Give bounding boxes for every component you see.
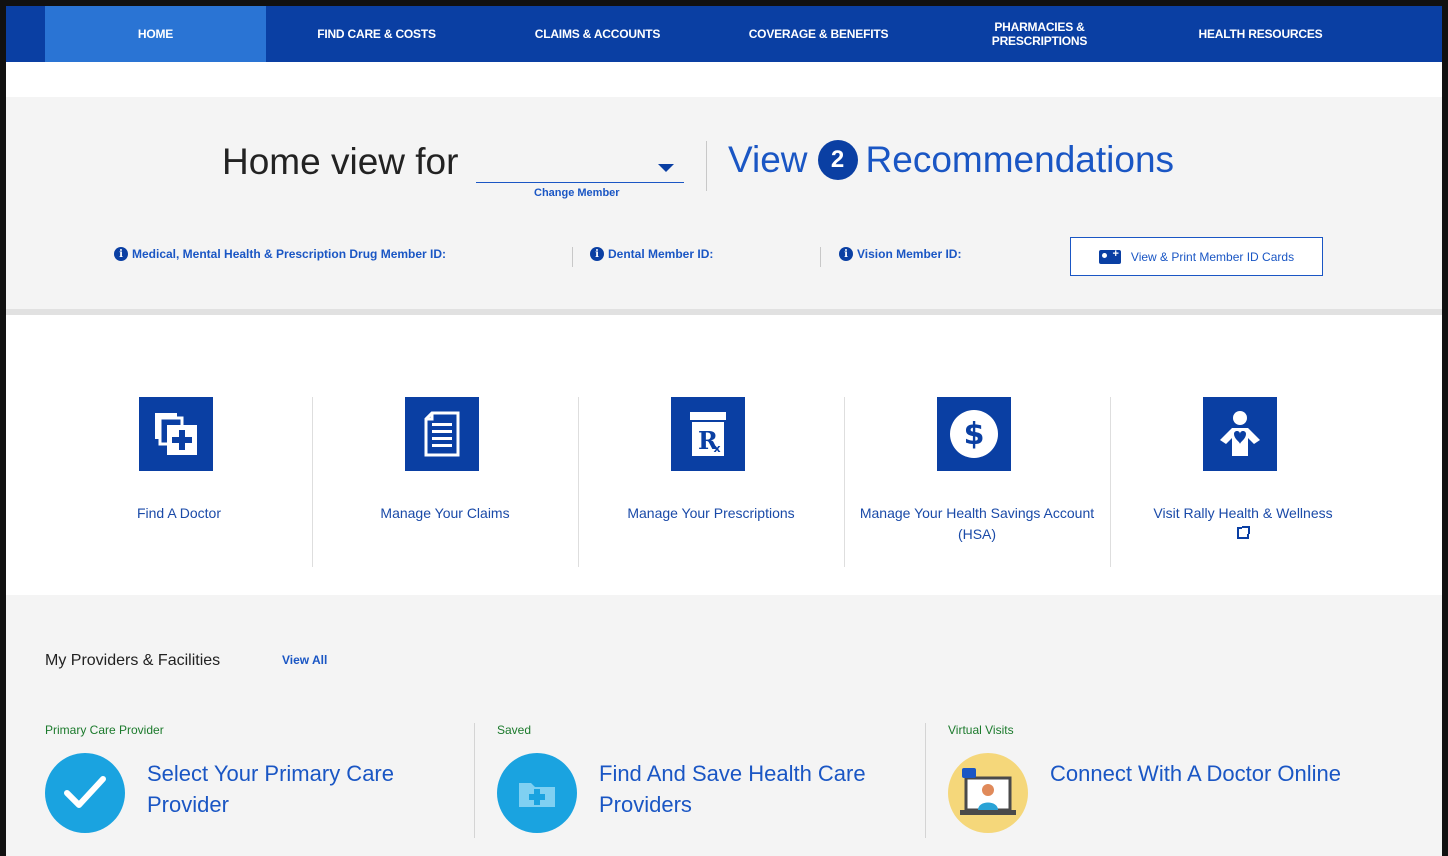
view-print-id-cards-button[interactable]: View & Print Member ID Cards	[1070, 237, 1323, 276]
nav-pharmacies-prescriptions[interactable]: PHARMACIES & PRESCRIPTIONS	[929, 6, 1150, 62]
quick-links: Find A Doctor Manage Your Claims R x Man…	[6, 321, 1442, 595]
view-recommendations-link[interactable]: View 2 Recommendations	[728, 139, 1174, 181]
folder-plus-icon	[497, 753, 577, 833]
recommendations-count-badge: 2	[817, 140, 858, 180]
nav-claims-accounts[interactable]: CLAIMS & ACCOUNTS	[487, 6, 708, 62]
chevron-down-icon	[658, 164, 674, 172]
vision-member-id-label: Vision Member ID:	[857, 247, 962, 261]
providers-section: My Providers & Facilities View All Prima…	[6, 595, 1442, 856]
quick-link-label: Visit Rally Health & Wellness	[1120, 503, 1366, 545]
home-view-row: Home view for Change Member View 2 Recom…	[6, 137, 1442, 207]
divider	[820, 247, 821, 267]
nav-health-resources[interactable]: HEALTH RESOURCES	[1150, 6, 1371, 62]
quick-link-rally-wellness[interactable]: Visit Rally Health & Wellness	[1110, 321, 1376, 595]
view-print-id-cards-label: View & Print Member ID Cards	[1130, 249, 1295, 264]
providers-title: My Providers & Facilities	[45, 652, 221, 669]
provider-category: Virtual Visits	[948, 723, 1014, 737]
checkmark-icon	[45, 753, 125, 833]
quick-link-label: Find A Doctor	[136, 505, 222, 521]
provider-column-pcp: Primary Care Provider Select Your Primar…	[45, 723, 496, 838]
external-link-icon	[1237, 526, 1250, 539]
change-member-link[interactable]: Change Member	[534, 187, 620, 199]
quick-link-label: Manage Your Health Savings Account (HSA)	[859, 505, 1095, 542]
find-save-providers-link[interactable]: Find And Save Health Care Providers	[599, 758, 899, 820]
nav-coverage-benefits[interactable]: COVERAGE & BENEFITS	[708, 6, 929, 62]
claims-document-icon	[405, 397, 479, 471]
app-frame: HOME FIND CARE & COSTS CLAIMS & ACCOUNTS…	[0, 0, 1448, 856]
svg-text:$: $	[964, 417, 985, 452]
main-nav: HOME FIND CARE & COSTS CLAIMS & ACCOUNTS…	[6, 6, 1442, 62]
wellness-person-icon	[1203, 397, 1277, 471]
info-icon: i	[590, 247, 604, 261]
svg-text:x: x	[713, 442, 720, 455]
member-id-row: i Medical, Mental Health & Prescription …	[6, 237, 1442, 277]
info-icon: i	[839, 247, 853, 261]
nav-home[interactable]: HOME	[45, 6, 266, 62]
divider	[572, 247, 573, 267]
view-all-providers-link[interactable]: View All	[282, 653, 327, 667]
provider-category: Saved	[497, 723, 532, 737]
provider-column-saved: Saved Find And Save Health Care Provider…	[474, 723, 925, 838]
quick-link-manage-hsa[interactable]: $ Manage Your Health Savings Account (HS…	[844, 321, 1110, 595]
vision-member-id[interactable]: i Vision Member ID:	[839, 247, 961, 261]
quick-link-find-doctor[interactable]: Find A Doctor	[46, 321, 312, 595]
provider-category: Primary Care Provider	[45, 723, 164, 737]
virtual-doctor-icon	[948, 753, 1028, 833]
rally-wellness-label: Visit Rally Health & Wellness	[1153, 505, 1333, 521]
connect-doctor-online-link[interactable]: Connect With A Doctor Online	[1050, 758, 1350, 789]
home-view-label: Home view for	[222, 141, 459, 182]
medical-member-id[interactable]: i Medical, Mental Health & Prescription …	[114, 247, 446, 261]
medical-member-id-label: Medical, Mental Health & Prescription Dr…	[132, 247, 447, 261]
quick-link-manage-claims[interactable]: Manage Your Claims	[312, 321, 578, 595]
select-pcp-link[interactable]: Select Your Primary Care Provider	[147, 758, 447, 820]
divider	[706, 141, 707, 191]
info-icon: i	[114, 247, 128, 261]
rx-bottle-icon: R x	[671, 397, 745, 471]
nav-find-care-costs[interactable]: FIND CARE & COSTS	[266, 6, 487, 62]
dental-member-id[interactable]: i Dental Member ID:	[590, 247, 713, 261]
dental-member-id-label: Dental Member ID:	[608, 247, 714, 261]
recs-suffix: Recommendations	[865, 139, 1175, 180]
member-panel: Home view for Change Member View 2 Recom…	[6, 97, 1442, 315]
quick-link-label: Manage Your Claims	[380, 505, 510, 521]
member-select[interactable]	[476, 149, 684, 183]
quick-link-label: Manage Your Prescriptions	[627, 505, 795, 521]
provider-column-virtual: Virtual Visits Connect With A Doctor Onl…	[925, 723, 1376, 838]
dollar-icon: $	[937, 397, 1011, 471]
id-card-icon	[1098, 248, 1121, 264]
recs-prefix: View	[728, 139, 808, 180]
find-doctor-icon	[139, 397, 213, 471]
quick-link-manage-prescriptions[interactable]: R x Manage Your Prescriptions	[578, 321, 844, 595]
